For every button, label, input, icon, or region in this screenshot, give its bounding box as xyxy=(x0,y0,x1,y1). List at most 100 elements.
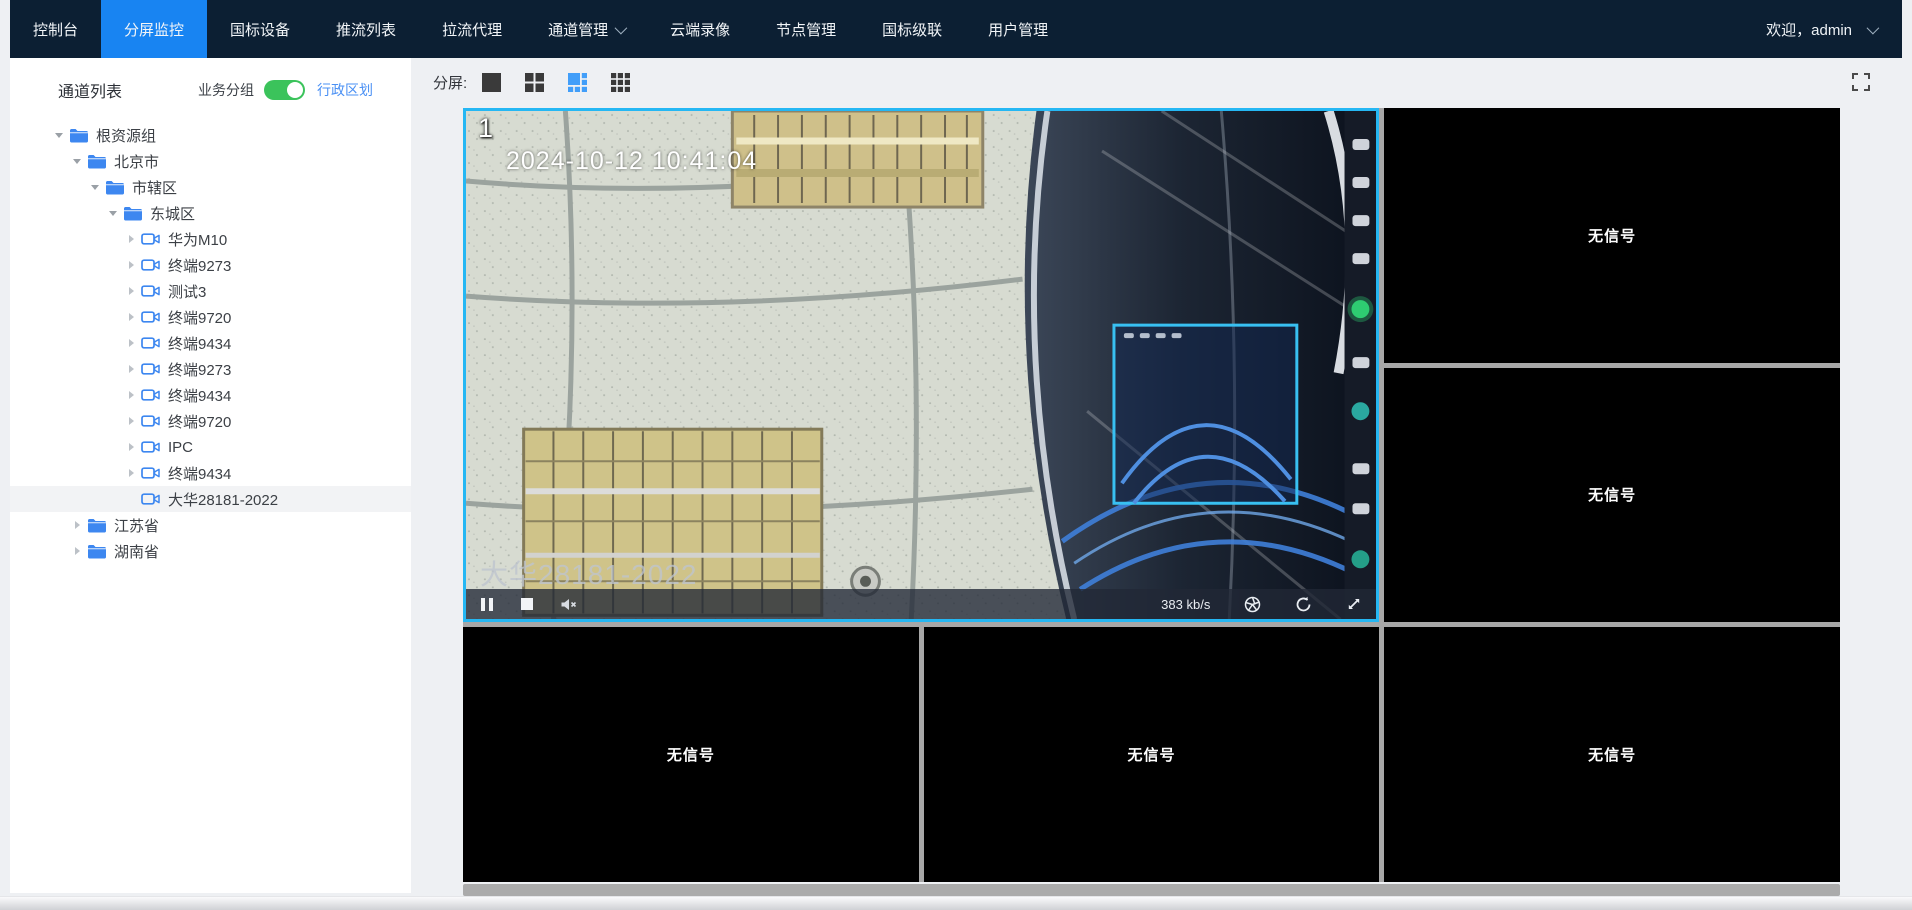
camera-icon xyxy=(141,283,161,299)
caret-right-icon[interactable] xyxy=(124,417,138,425)
caret-right-icon[interactable] xyxy=(70,547,84,555)
app-screen: 控制台 分屏监控 国标设备 推流列表 拉流代理 通道管理 云端录像 节点管理 国… xyxy=(0,0,1912,910)
camera-icon xyxy=(141,361,161,377)
tree-item-label: 终端9720 xyxy=(168,307,231,328)
layout-6-icon-active[interactable] xyxy=(567,72,588,93)
tree-item-jiangsu[interactable]: 江苏省 xyxy=(10,512,411,538)
caret-right-icon[interactable] xyxy=(124,365,138,373)
tree-item-beijing[interactable]: 北京市 xyxy=(10,148,411,174)
tree-item-hunan[interactable]: 湖南省 xyxy=(10,538,411,564)
business-group-label: 业务分组 xyxy=(198,80,254,100)
channel-sidebar: 通道列表 业务分组 行政区划 根资源组 北京市 市辖区 xyxy=(10,58,411,893)
camera-icon xyxy=(141,335,161,351)
camera-icon xyxy=(141,257,161,273)
nav-item-node-mgmt[interactable]: 节点管理 xyxy=(753,0,859,58)
tree-item-label: 终端9434 xyxy=(168,333,231,354)
player-control-bar: 383 kb/s xyxy=(466,589,1376,619)
expand-icon[interactable] xyxy=(1346,596,1362,612)
caret-down-icon[interactable] xyxy=(52,133,66,138)
sidebar-title: 通道列表 xyxy=(58,78,122,102)
grid-horizontal-scrollbar[interactable] xyxy=(463,884,1840,896)
nav-item-console[interactable]: 控制台 xyxy=(10,0,101,58)
nav-item-gb-devices[interactable]: 国标设备 xyxy=(207,0,313,58)
refresh-icon[interactable] xyxy=(1295,596,1312,613)
no-signal-text: 无信号 xyxy=(1127,744,1175,765)
caret-right-icon[interactable] xyxy=(124,443,138,451)
tree-item-camera-dahua-selected[interactable]: 大华28181-2022 xyxy=(10,486,411,512)
caret-right-icon[interactable] xyxy=(124,261,138,269)
video-pane-empty-4[interactable]: 无信号 xyxy=(924,627,1380,882)
nav-item-label: 分屏监控 xyxy=(124,19,184,40)
folder-icon xyxy=(87,543,107,559)
sidebar-header: 通道列表 业务分组 行政区划 xyxy=(10,58,411,108)
tree-item-camera[interactable]: 终端9720 xyxy=(10,408,411,434)
tree-item-root-group[interactable]: 根资源组 xyxy=(10,122,411,148)
tree-item-camera[interactable]: 终端9434 xyxy=(10,382,411,408)
mute-icon[interactable] xyxy=(560,597,577,612)
page-bottom-scrollbar[interactable] xyxy=(0,896,1912,910)
tree-item-shixiaqu[interactable]: 市辖区 xyxy=(10,174,411,200)
caret-right-icon[interactable] xyxy=(124,287,138,295)
admin-region-link[interactable]: 行政区划 xyxy=(317,80,373,100)
aperture-icon[interactable] xyxy=(1244,596,1261,613)
tree-item-camera[interactable]: 终端9434 xyxy=(10,460,411,486)
tree-item-camera[interactable]: IPC xyxy=(10,434,411,460)
layout-4-icon[interactable] xyxy=(524,72,545,93)
tree-item-label: 测试3 xyxy=(168,281,206,302)
fullscreen-icon[interactable] xyxy=(1849,70,1873,94)
group-mode-toggle[interactable] xyxy=(264,80,305,100)
nav-item-user-mgmt[interactable]: 用户管理 xyxy=(965,0,1071,58)
split-label: 分屏: xyxy=(433,72,467,93)
folder-icon xyxy=(69,127,89,143)
nav-item-pull-proxy[interactable]: 拉流代理 xyxy=(419,0,525,58)
caret-down-icon[interactable] xyxy=(88,185,102,190)
user-menu[interactable]: 欢迎，admin xyxy=(1740,0,1902,58)
caret-right-icon[interactable] xyxy=(70,521,84,529)
folder-icon xyxy=(87,517,107,533)
caret-down-icon[interactable] xyxy=(70,159,84,164)
caret-down-icon[interactable] xyxy=(106,211,120,216)
stop-icon[interactable] xyxy=(520,597,534,611)
tree-item-camera[interactable]: 终端9273 xyxy=(10,252,411,278)
nav-item-push-list[interactable]: 推流列表 xyxy=(313,0,419,58)
nav-item-label: 国标级联 xyxy=(882,19,942,40)
video-pane-live[interactable]: 1 2024-10-12 10:41:04 大华28181-2022 383 k… xyxy=(463,108,1379,622)
tree-item-camera[interactable]: 终端9273 xyxy=(10,356,411,382)
tree-item-label: 北京市 xyxy=(114,151,159,172)
video-pane-empty-3[interactable]: 无信号 xyxy=(463,627,919,882)
caret-right-icon[interactable] xyxy=(124,339,138,347)
caret-right-icon[interactable] xyxy=(124,469,138,477)
layout-9-icon[interactable] xyxy=(610,72,631,93)
camera-icon xyxy=(141,309,161,325)
nav-item-label: 拉流代理 xyxy=(442,19,502,40)
tree-item-camera[interactable]: 测试3 xyxy=(10,278,411,304)
live-video-frame xyxy=(466,111,1376,619)
video-pane-empty-2[interactable]: 无信号 xyxy=(1384,368,1840,623)
nav-item-label: 通道管理 xyxy=(548,19,608,40)
tree-item-dongcheng[interactable]: 东城区 xyxy=(10,200,411,226)
chevron-down-icon xyxy=(1867,21,1880,34)
layout-1-icon[interactable] xyxy=(481,72,502,93)
pause-icon[interactable] xyxy=(480,597,494,612)
nav-item-label: 节点管理 xyxy=(776,19,836,40)
tree-item-label: 终端9720 xyxy=(168,411,231,432)
camera-icon xyxy=(141,387,161,403)
bitrate-text: 383 kb/s xyxy=(1161,597,1210,612)
tree-item-label: 市辖区 xyxy=(132,177,177,198)
tree-item-camera[interactable]: 终端9720 xyxy=(10,304,411,330)
caret-right-icon[interactable] xyxy=(124,235,138,243)
nav-item-label: 用户管理 xyxy=(988,19,1048,40)
no-signal-text: 无信号 xyxy=(1588,225,1636,246)
tree-item-camera[interactable]: 华为M10 xyxy=(10,226,411,252)
nav-item-gb-cascade[interactable]: 国标级联 xyxy=(859,0,965,58)
video-pane-empty-1[interactable]: 无信号 xyxy=(1384,108,1840,363)
channel-tree: 根资源组 北京市 市辖区 东城区 华为M10 xyxy=(10,122,411,564)
nav-item-channel-mgmt[interactable]: 通道管理 xyxy=(525,0,647,58)
tree-item-camera[interactable]: 终端9434 xyxy=(10,330,411,356)
folder-icon xyxy=(87,153,107,169)
nav-item-cloud-record[interactable]: 云端录像 xyxy=(647,0,753,58)
caret-right-icon[interactable] xyxy=(124,313,138,321)
nav-item-split-monitor[interactable]: 分屏监控 xyxy=(101,0,207,58)
caret-right-icon[interactable] xyxy=(124,391,138,399)
video-pane-empty-5[interactable]: 无信号 xyxy=(1384,627,1840,882)
